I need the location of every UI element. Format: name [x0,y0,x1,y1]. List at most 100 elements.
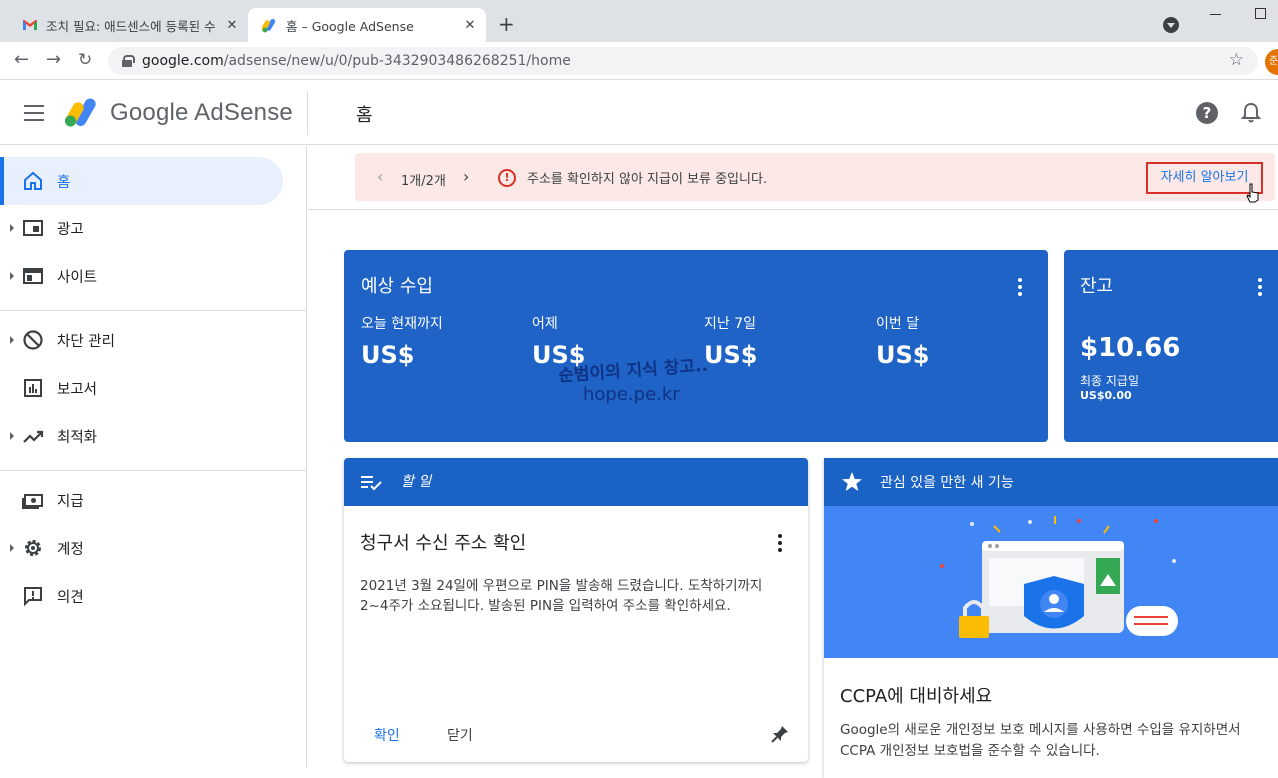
logo-text: Google AdSense [110,99,293,126]
watermark-url: hope.pe.kr [583,384,680,405]
reload-icon[interactable]: ↻ [78,50,92,70]
expand-caret-icon[interactable] [10,544,14,552]
feature-body: Google의 새로운 개인정보 보호 메시지를 사용하면 수입을 유지하면서 … [840,722,1241,759]
close-icon[interactable]: ✕ [224,18,240,33]
sidebar-item-blocking[interactable]: 차단 관리 [0,316,283,364]
checklist-icon [361,476,382,491]
todo-card-title: 할 일 [401,474,432,490]
help-icon[interactable]: ? [1196,102,1218,124]
error-icon: ! [498,169,516,187]
todo-card: 할 일 청구서 수신 주소 확인 2021년 3월 24일에 우편으로 PIN을… [344,458,808,762]
minimize-icon[interactable] [1210,14,1221,15]
more-vert-icon[interactable] [1258,278,1262,296]
optimization-icon [23,430,44,443]
forward-icon[interactable]: → [46,50,61,70]
expand-caret-icon[interactable] [10,224,14,232]
tab-gmail[interactable]: 조치 필요: 애드센스에 등록된 수 ✕ [8,8,248,42]
url-path: /adsense/new/u/0/pub-3432903486268251/ho… [223,53,571,69]
sidebar-item-home[interactable]: 홈 [0,157,283,205]
tab-title: 조치 필요: 애드센스에 등록된 수 [46,18,216,34]
sidebar-item-feedback[interactable]: 의견 [0,572,283,620]
lock-icon[interactable] [122,55,135,67]
sidebar-item-optimization[interactable]: 최적화 [0,412,283,460]
metric-label: 어제 [532,316,558,332]
new-features-card: 관심 있을 만한 새 기능 CCPA에 대비하세요 Google의 새로운 개인… [824,458,1278,778]
block-icon [23,330,43,350]
sidebar-item-label: 홈 [57,175,71,191]
sidebar-item-sites[interactable]: 사이트 [0,252,283,300]
close-icon[interactable]: ✕ [462,18,478,33]
header-divider [307,91,308,135]
privacy-illustration [824,506,1278,658]
confirm-button[interactable]: 확인 [374,725,400,745]
dismiss-button[interactable]: 닫기 [447,725,473,745]
back-icon[interactable]: ← [14,50,29,70]
tab-search-icon[interactable] [1163,17,1179,33]
card-title: 예상 수입 [361,276,433,297]
tab-adsense[interactable]: 홈 – Google AdSense ✕ [248,8,486,42]
feedback-icon [24,587,42,607]
sidebar-divider [0,470,307,471]
notifications-bell-icon[interactable] [1241,102,1261,124]
sidebar-item-reports[interactable]: 보고서 [0,364,283,412]
metric-value: US$ [361,341,415,369]
sidebar-item-label: 차단 관리 [57,334,115,350]
more-vert-icon[interactable] [1018,278,1022,296]
payments-icon [22,494,43,509]
url-input[interactable]: google.com/adsense/new/u/0/pub-343290348… [108,47,1258,75]
bookmark-star-icon[interactable]: ☆ [1229,50,1244,70]
banner-message: 주소를 확인하지 않아 지급이 보류 중입니다. [527,172,768,187]
balance-card[interactable]: 잔고 $10.66 최종 지급일 US$0.00 [1064,250,1278,442]
metric-label: 지난 7일 [704,316,756,332]
todo-heading: 청구서 수신 주소 확인 [360,533,527,554]
feature-heading: CCPA에 대비하세요 [840,686,993,707]
hand-cursor-icon [1246,183,1259,203]
profile-avatar[interactable]: 준 [1265,49,1278,75]
todo-body: 2021년 3월 24일에 우편으로 PIN을 발송해 드렸습니다. 도착하기까… [360,578,763,614]
account-gear-icon [25,540,41,556]
browser-tab-bar: 조치 필요: 애드센스에 등록된 수 ✕ 홈 – Google AdSense … [0,0,1278,42]
more-vert-icon[interactable] [778,534,782,552]
pin-icon[interactable] [770,724,790,744]
balance-value: $10.66 [1080,333,1181,363]
alert-banner: ‹ 1개/2개 › ! 주소를 확인하지 않아 지급이 보류 중입니다. 자세히… [355,153,1275,201]
new-tab-button[interactable]: + [498,14,515,34]
sidebar-item-label: 사이트 [57,270,98,286]
todo-card-header: 할 일 [344,458,808,506]
chevron-right-icon[interactable]: › [463,167,469,186]
ads-icon [23,220,43,236]
adsense-icon [262,18,276,33]
sidebar-item-label: 지급 [57,494,84,510]
sidebar-item-label: 계정 [57,542,84,558]
expand-caret-icon[interactable] [10,432,14,440]
app-header: Google AdSense 홈 ? [0,81,1278,145]
address-bar: ← → ↻ google.com/adsense/new/u/0/pub-343… [0,42,1278,80]
menu-icon[interactable] [24,105,44,121]
url-host: google.com [142,53,224,69]
metric-label: 오늘 현재까지 [361,316,443,332]
card-title: 잔고 [1080,276,1114,297]
expand-caret-icon[interactable] [10,272,14,280]
sidebar-item-ads[interactable]: 광고 [0,204,283,252]
chevron-left-icon[interactable]: ‹ [377,167,383,186]
feature-card-header: 관심 있을 만한 새 기능 [824,458,1278,506]
estimated-earnings-card[interactable]: 예상 수입 오늘 현재까지 US$ 어제 US$ 지난 7일 US$ 이번 달 … [344,250,1048,442]
sidebar-item-account[interactable]: 계정 [0,524,283,572]
home-icon [24,171,42,190]
metric-label: 이번 달 [876,316,920,332]
expand-caret-icon[interactable] [10,336,14,344]
banner-counter: 1개/2개 [401,174,446,189]
sidebar-item-payments[interactable]: 지급 [0,476,283,524]
metric-value: US$ [876,341,930,369]
page-title: 홈 [356,105,373,126]
tab-title: 홈 – Google AdSense [286,18,414,34]
sidebar-item-label: 광고 [57,222,84,238]
sidebar: 홈 광고 사이트 차단 관리 보고서 최적화 지급 계정 의견 [0,146,307,767]
content-divider [308,209,1278,210]
metric-value: US$ [704,341,758,369]
sidebar-item-label: 의견 [57,590,84,606]
maximize-icon[interactable] [1255,8,1266,19]
sites-icon [23,268,43,284]
last-payment-label: 최종 지급일 [1080,374,1140,388]
adsense-logo-icon [65,98,96,127]
